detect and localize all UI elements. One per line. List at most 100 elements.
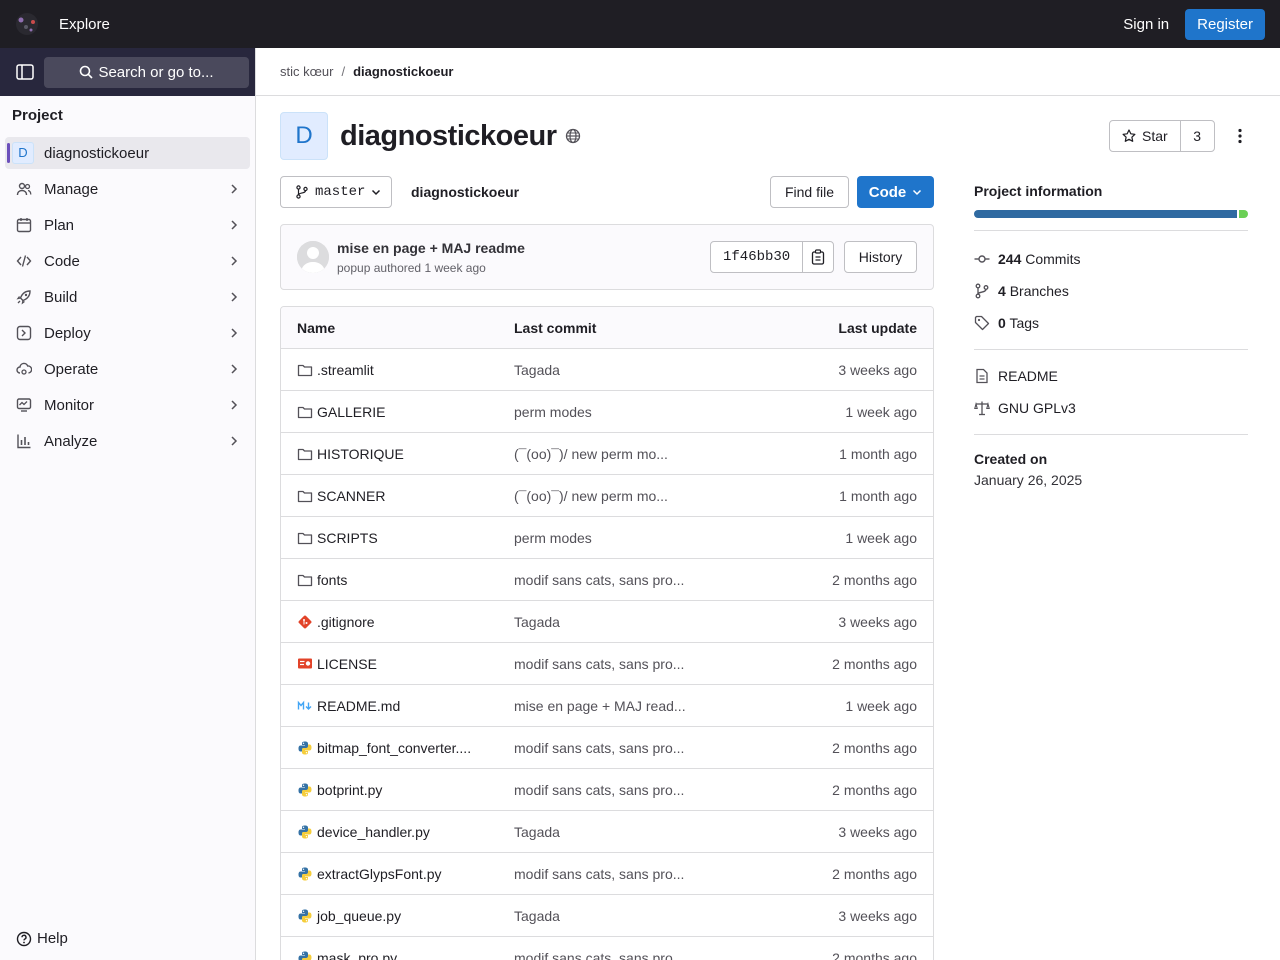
file-name[interactable]: job_queue.py [317, 908, 401, 924]
file-name-cell[interactable]: device_handler.py [281, 824, 514, 840]
table-row[interactable]: README.md mise en page + MAJ read... 1 wee… [281, 685, 933, 727]
tags-link[interactable]: 0 Tags [974, 307, 1248, 339]
commit-sha[interactable]: 1f46bb30 [711, 242, 804, 272]
sidebar-item-plan[interactable]: Plan [0, 207, 255, 243]
last-commit-cell[interactable]: modif sans cats, sans pro... [514, 866, 774, 882]
sign-in-link[interactable]: Sign in [1123, 16, 1169, 33]
file-name-cell[interactable]: GALLERIE [281, 404, 514, 420]
file-name-cell[interactable]: mask_pro.py [281, 950, 514, 960]
language-bar-primary[interactable] [974, 210, 1237, 218]
sidebar-item-project[interactable]: D diagnostickoeur [5, 137, 250, 169]
table-row[interactable]: botprint.py modif sans cats, sans pro... 2… [281, 769, 933, 811]
search-button[interactable]: Search or go to... [44, 56, 249, 88]
file-name-cell[interactable]: .gitignore [281, 614, 514, 630]
file-name-cell[interactable]: job_queue.py [281, 908, 514, 924]
table-row[interactable]: bitmap_font_converter.... modif sans cats… [281, 727, 933, 769]
commit-title[interactable]: mise en page + MAJ readme [337, 240, 525, 256]
star-count[interactable]: 3 [1181, 121, 1214, 151]
file-name-cell[interactable]: LICENSE [281, 656, 514, 672]
sidebar-item-operate[interactable]: Operate [0, 351, 255, 387]
file-name-cell[interactable]: HISTORIQUE [281, 446, 514, 462]
file-name-cell[interactable]: fonts [281, 572, 514, 588]
more-actions-icon[interactable] [1232, 128, 1248, 144]
branch-selector[interactable]: master [280, 176, 392, 208]
table-row[interactable]: LICENSE modif sans cats, sans pro... 2 mon… [281, 643, 933, 685]
file-name[interactable]: mask_pro.py [317, 950, 397, 960]
file-name[interactable]: SCRIPTS [317, 530, 378, 546]
last-commit-cell[interactable]: (¯(oo)¯)/ new perm mo... [514, 446, 774, 462]
table-row[interactable]: .streamlit Tagada 3 weeks ago [281, 349, 933, 391]
file-name-cell[interactable]: extractGlypsFont.py [281, 866, 514, 882]
table-row[interactable]: GALLERIE perm modes 1 week ago [281, 391, 933, 433]
explore-link[interactable]: Explore [59, 16, 110, 33]
register-button[interactable]: Register [1185, 8, 1265, 40]
file-name-cell[interactable]: SCRIPTS [281, 530, 514, 546]
find-file-button[interactable]: Find file [770, 176, 849, 208]
last-commit-cell[interactable]: modif sans cats, sans pro... [514, 656, 774, 672]
table-row[interactable]: fonts modif sans cats, sans pro... 2 month… [281, 559, 933, 601]
commit-author[interactable]: popup [337, 261, 370, 275]
avatar[interactable] [297, 241, 329, 273]
breadcrumb-separator: / [341, 64, 346, 79]
breadcrumb-current[interactable]: diagnostickoeur [353, 64, 453, 79]
sidebar-item-build[interactable]: Build [0, 279, 255, 315]
file-name[interactable]: fonts [317, 572, 347, 588]
table-row[interactable]: HISTORIQUE (¯(oo)¯)/ new perm mo... 1 mont… [281, 433, 933, 475]
table-row[interactable]: SCRIPTS perm modes 1 week ago [281, 517, 933, 559]
sidebar-item-manage[interactable]: Manage [0, 171, 255, 207]
last-commit-cell[interactable]: modif sans cats, sans pro... [514, 782, 774, 798]
readme-link[interactable]: README [974, 360, 1248, 392]
file-name-cell[interactable]: .streamlit [281, 362, 514, 378]
file-name-cell[interactable]: README.md [281, 698, 514, 714]
last-commit-cell[interactable]: Tagada [514, 908, 774, 924]
last-commit-cell[interactable]: Tagada [514, 614, 774, 630]
last-commit-cell[interactable]: mise en page + MAJ read... [514, 698, 774, 714]
branches-link[interactable]: 4 Branches [974, 275, 1248, 307]
file-name-cell[interactable]: bitmap_font_converter.... [281, 740, 514, 756]
table-row[interactable]: mask_pro.py modif sans cats, sans pro... 2… [281, 937, 933, 960]
commits-link[interactable]: 244 Commits [974, 243, 1248, 275]
file-name[interactable]: device_handler.py [317, 824, 430, 840]
license-link[interactable]: GNU GPLv3 [974, 392, 1248, 424]
repo-path[interactable]: diagnostickoeur [411, 184, 519, 200]
table-row[interactable]: extractGlypsFont.py modif sans cats, sans… [281, 853, 933, 895]
language-bar-secondary[interactable] [1239, 210, 1248, 218]
last-commit-cell[interactable]: modif sans cats, sans pro... [514, 572, 774, 588]
star-button[interactable]: Star [1110, 121, 1181, 151]
file-name[interactable]: LICENSE [317, 656, 377, 672]
last-commit-cell[interactable]: modif sans cats, sans pro... [514, 740, 774, 756]
file-name-cell[interactable]: SCANNER [281, 488, 514, 504]
file-name[interactable]: SCANNER [317, 488, 385, 504]
help-button[interactable]: Help [16, 930, 68, 947]
sidebar-toggle-icon[interactable] [16, 64, 34, 80]
last-commit-cell[interactable]: Tagada [514, 362, 774, 378]
last-commit-cell[interactable]: perm modes [514, 404, 774, 420]
sidebar-item-monitor[interactable]: Monitor [0, 387, 255, 423]
last-commit-cell[interactable]: (¯(oo)¯)/ new perm mo... [514, 488, 774, 504]
last-commit-cell[interactable]: Tagada [514, 824, 774, 840]
commit-meta: popup authored 1 week ago [337, 261, 486, 275]
instance-logo-icon[interactable] [14, 11, 40, 37]
sidebar-item-analyze[interactable]: Analyze [0, 423, 255, 459]
file-name[interactable]: HISTORIQUE [317, 446, 404, 462]
file-name[interactable]: README.md [317, 698, 400, 714]
code-dropdown-button[interactable]: Code [857, 176, 934, 208]
file-name-cell[interactable]: botprint.py [281, 782, 514, 798]
table-row[interactable]: SCANNER (¯(oo)¯)/ new perm mo... 1 month a… [281, 475, 933, 517]
sidebar-item-deploy[interactable]: Deploy [0, 315, 255, 351]
file-name[interactable]: .streamlit [317, 362, 374, 378]
table-row[interactable]: .gitignore Tagada 3 weeks ago [281, 601, 933, 643]
copy-icon[interactable] [803, 242, 833, 272]
file-name[interactable]: extractGlypsFont.py [317, 866, 442, 882]
sidebar-item-code[interactable]: Code [0, 243, 255, 279]
last-commit-cell[interactable]: modif sans cats, sans pro... [514, 950, 774, 960]
table-row[interactable]: device_handler.py Tagada 3 weeks ago [281, 811, 933, 853]
breadcrumb-parent[interactable]: stic kœur [280, 64, 333, 79]
file-name[interactable]: GALLERIE [317, 404, 385, 420]
file-name[interactable]: .gitignore [317, 614, 375, 630]
file-name[interactable]: bitmap_font_converter.... [317, 740, 471, 756]
table-row[interactable]: job_queue.py Tagada 3 weeks ago [281, 895, 933, 937]
last-commit-cell[interactable]: perm modes [514, 530, 774, 546]
history-button[interactable]: History [844, 241, 917, 273]
file-name[interactable]: botprint.py [317, 782, 382, 798]
